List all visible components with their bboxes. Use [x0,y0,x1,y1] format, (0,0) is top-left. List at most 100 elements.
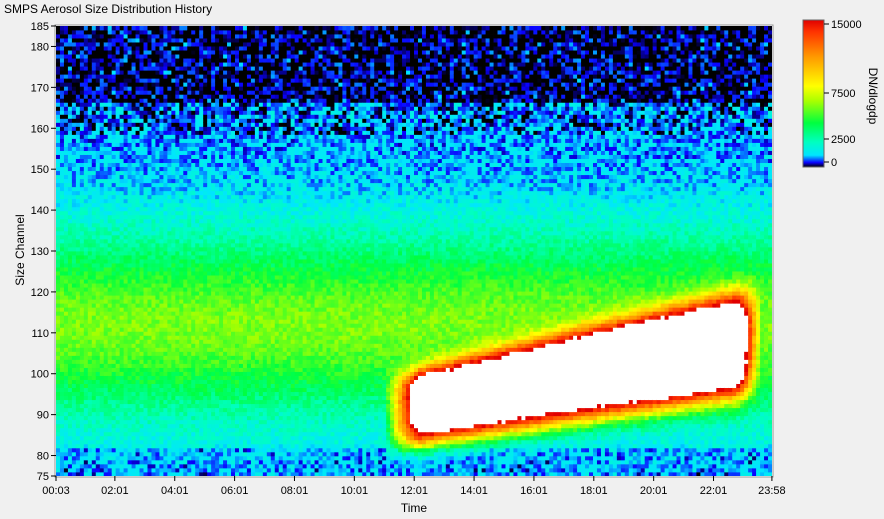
heatmap-cell [99,118,105,123]
heatmap-cell [159,50,164,55]
heatmap-cell [59,467,65,473]
heatmap-cell [111,70,117,75]
heatmap-cell [147,58,152,63]
heatmap-cell [179,267,184,272]
heatmap-cell [119,202,125,208]
heatmap-cell [91,287,97,292]
heatmap-cell [151,299,156,304]
heatmap-cell [219,251,224,256]
heatmap-cell [155,427,160,433]
heatmap-cell [159,383,164,389]
heatmap-cell [135,222,140,228]
heatmap-cell [227,134,232,139]
heatmap-cell [227,291,232,296]
heatmap-cell [191,190,196,196]
heatmap-cell [135,102,140,107]
heatmap-cell [159,311,164,316]
heatmap-cell [127,391,132,397]
heatmap-cell [203,447,208,453]
heatmap-cell [91,303,97,308]
heatmap-cell [135,242,140,248]
heatmap-cell [103,279,109,284]
heatmap-cell [215,62,220,67]
heatmap-cell [159,455,164,461]
heatmap-cell [119,363,125,368]
heatmap-cell [199,383,204,389]
heatmap-cell [167,323,172,328]
heatmap-cell [56,331,61,336]
heatmap-cell [99,411,105,417]
heatmap-cell [199,58,204,63]
heatmap-cell [179,395,184,401]
heatmap-cell [143,351,148,356]
heatmap-cell [187,455,192,461]
heatmap-cell [163,46,168,51]
heatmap-cell [151,435,156,441]
heatmap-cell [155,271,160,276]
heatmap-cell [79,411,85,417]
heatmap-cell [187,359,192,364]
heatmap-cell [59,74,65,79]
heatmap-cell [71,435,77,441]
heatmap-cell [123,407,128,413]
heatmap-cell [171,335,176,340]
heatmap-cell [131,190,136,196]
heatmap-cell [223,154,228,159]
heatmap-cell [95,271,101,276]
heatmap-cell [195,130,200,135]
heatmap-cell [175,363,180,368]
heatmap-cell [203,242,208,248]
heatmap-cell [223,42,228,47]
heatmap-cell [131,214,136,220]
heatmap-cell [131,463,136,469]
heatmap-cell [187,343,192,348]
heatmap-cell [135,30,140,35]
heatmap-cell [231,287,236,292]
heatmap-cell [107,182,113,188]
heatmap-cell [83,226,89,232]
heatmap-cell [111,230,117,236]
heatmap-cell [56,26,61,31]
heatmap-cell [131,166,136,172]
heatmap-cell [187,238,192,244]
heatmap-cell [67,471,73,476]
heatmap-cell [79,114,85,119]
heatmap-cell [91,194,97,200]
heatmap-cell [99,315,105,320]
heatmap-cell [115,251,121,256]
heatmap-cell [115,363,121,368]
heatmap-cell [167,471,172,476]
heatmap-cell [215,206,220,212]
heatmap-cell [195,251,200,256]
heatmap-cell [99,126,105,131]
heatmap-cell [179,166,184,172]
heatmap-cell [191,255,196,260]
heatmap-cell [203,407,208,413]
heatmap-cell [195,154,200,159]
heatmap-cell [167,94,172,99]
heatmap-cell [127,419,132,425]
heatmap-cell [147,138,152,143]
heatmap-cell [119,38,125,43]
heatmap-cell [151,58,156,63]
heatmap-cell [179,82,184,87]
heatmap-cell [67,315,73,320]
heatmap-cell [111,443,117,449]
heatmap-cell [107,98,113,103]
heatmap-cell [207,363,212,368]
heatmap-cell [131,146,136,151]
heatmap-cell [195,110,200,115]
heatmap-cell [119,387,125,393]
heatmap-cell [151,347,156,352]
heatmap-cell [87,222,93,228]
heatmap-cell [159,331,164,336]
heatmap-cell [159,259,164,264]
heatmap-cell [63,234,69,240]
heatmap-cell [211,238,216,244]
heatmap-cell [199,359,204,364]
heatmap-cell [127,210,132,216]
heatmap-cell [115,126,121,131]
heatmap-cell [56,383,61,389]
heatmap-cell [219,146,224,151]
heatmap-cell [167,431,172,437]
